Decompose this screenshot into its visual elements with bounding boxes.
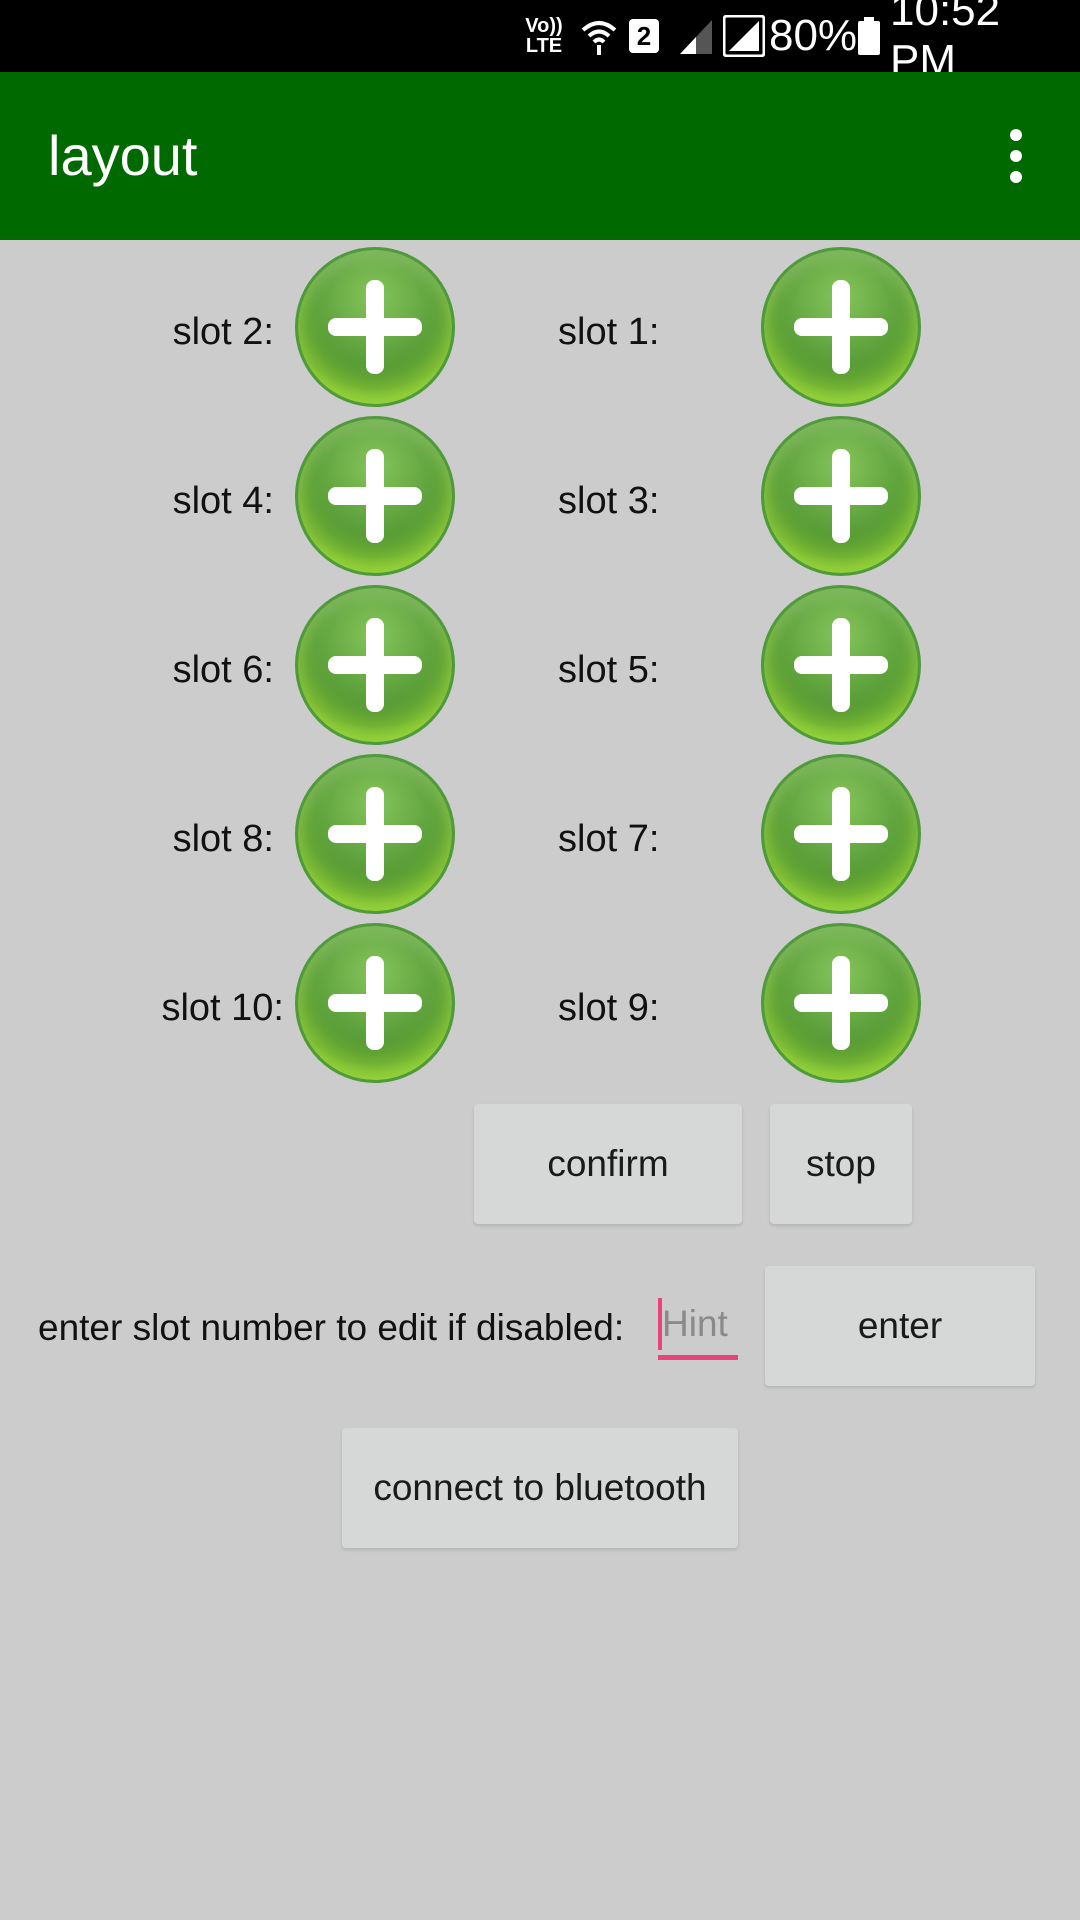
slot-1-add-button[interactable] <box>761 247 921 407</box>
signal-icon-sim1 <box>722 0 766 72</box>
battery-icon <box>856 0 882 72</box>
add-plus-icon <box>328 449 422 543</box>
add-plus-icon <box>794 449 888 543</box>
slot-6-label: slot 6: <box>172 649 274 691</box>
slot-8-add-button[interactable] <box>295 754 455 914</box>
input-underline <box>658 1355 738 1360</box>
slot-7-label: slot 7: <box>558 818 660 860</box>
add-plus-icon <box>794 787 888 881</box>
slot-5-label: slot 5: <box>558 649 660 691</box>
add-plus-icon <box>328 280 422 374</box>
slot-10-label: slot 10: <box>161 987 284 1029</box>
edit-slot-prompt: enter slot number to edit if disabled: <box>38 1307 625 1348</box>
enter-button[interactable]: enter <box>765 1266 1035 1386</box>
add-plus-icon <box>794 956 888 1050</box>
battery-percent: 80% <box>768 11 858 60</box>
slot-3-add-button[interactable] <box>761 416 921 576</box>
slot-number-placeholder: Hint t <box>662 1303 738 1344</box>
slot-8-label: slot 8: <box>172 818 274 860</box>
slot-1-label: slot 1: <box>558 311 660 353</box>
sim-badge-icon: 2 <box>626 0 662 72</box>
overflow-menu-icon[interactable] <box>986 126 1046 186</box>
slot-5-add-button[interactable] <box>761 585 921 745</box>
slot-6-add-button[interactable] <box>295 585 455 745</box>
slot-3-label: slot 3: <box>558 480 660 522</box>
add-plus-icon <box>328 956 422 1050</box>
slot-2-add-button[interactable] <box>295 247 455 407</box>
slot-4-add-button[interactable] <box>295 416 455 576</box>
slot-4-label: slot 4: <box>172 480 274 522</box>
wifi-icon <box>578 0 620 72</box>
add-plus-icon <box>794 618 888 712</box>
signal-icon-sim2 <box>676 0 716 72</box>
app-title: layout <box>48 124 198 187</box>
slot-number-input[interactable]: Hint t <box>658 1298 738 1360</box>
add-plus-icon <box>794 280 888 374</box>
slot-2-label: slot 2: <box>172 311 274 353</box>
status-bar: Vo)) LTE 2 80% 10:52 PM <box>0 0 1080 85</box>
add-plus-icon <box>328 787 422 881</box>
confirm-button[interactable]: confirm <box>474 1104 742 1224</box>
app-bar: layout <box>0 72 1080 240</box>
connect-bluetooth-button[interactable]: connect to bluetooth <box>342 1428 738 1548</box>
slot-9-label: slot 9: <box>558 987 660 1029</box>
slot-7-add-button[interactable] <box>761 754 921 914</box>
add-plus-icon <box>328 618 422 712</box>
slot-10-add-button[interactable] <box>295 923 455 1083</box>
volte-icon: Vo)) LTE <box>525 15 563 57</box>
stop-button[interactable]: stop <box>770 1104 912 1224</box>
slot-9-add-button[interactable] <box>761 923 921 1083</box>
